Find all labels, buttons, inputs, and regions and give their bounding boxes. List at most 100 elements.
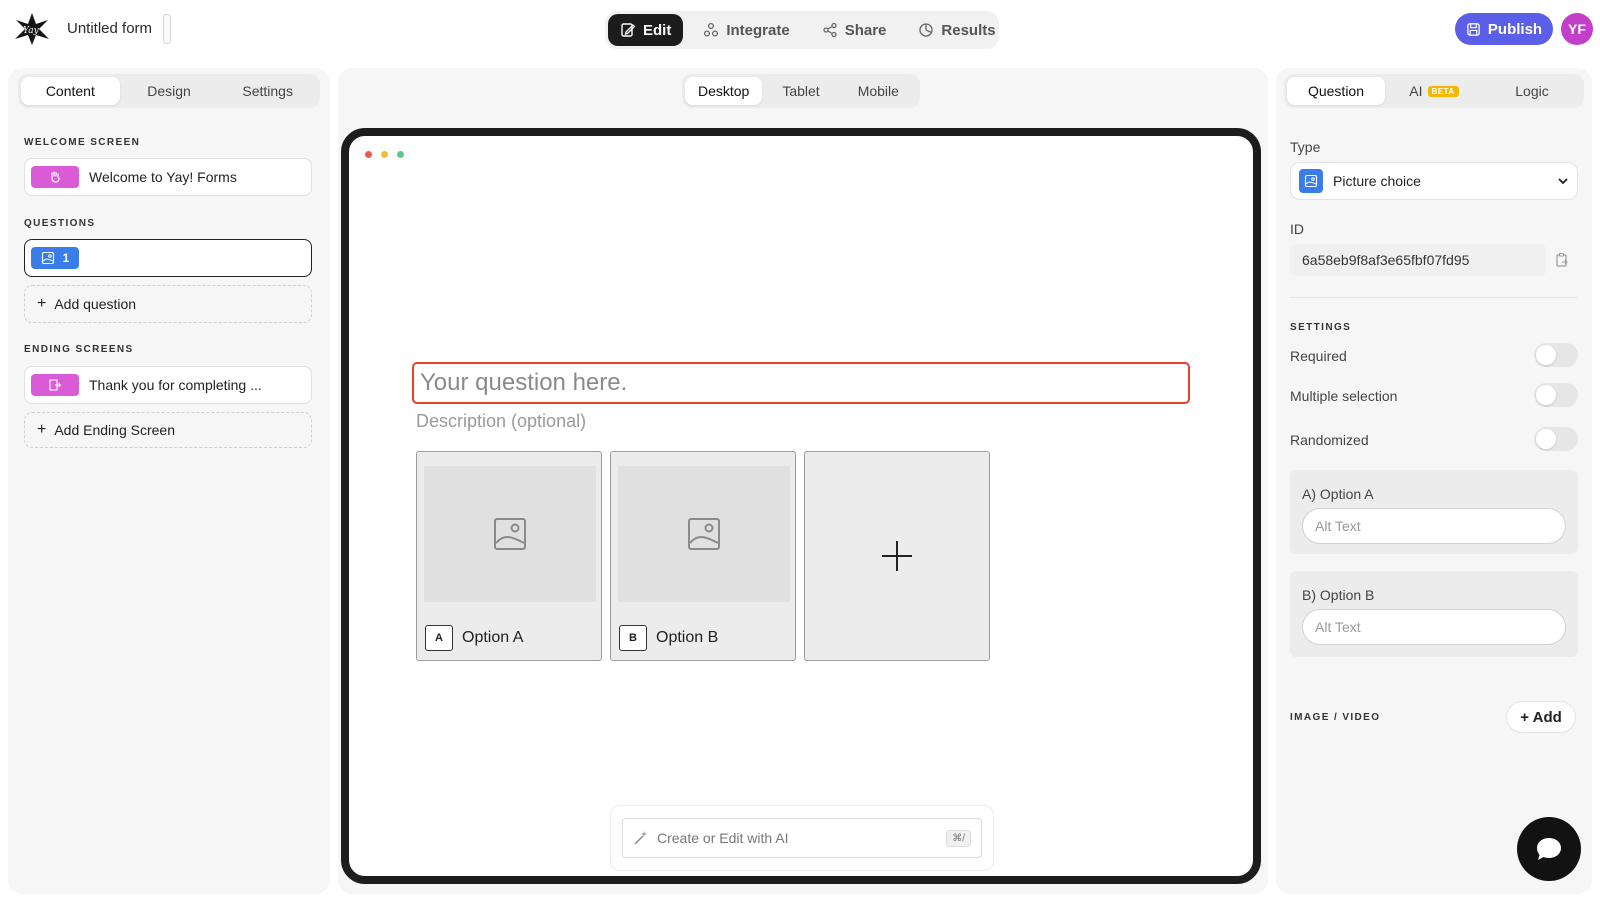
randomized-toggle[interactable] <box>1534 427 1578 451</box>
tab-tablet[interactable]: Tablet <box>762 77 839 105</box>
question-id-field[interactable]: 6a58eb9f8af3e65fbf07fd95 <box>1290 244 1546 276</box>
image-icon <box>688 518 720 550</box>
picture-choice-option-b[interactable]: B Option B <box>610 451 796 661</box>
welcome-badge <box>31 166 79 188</box>
plus-icon: + <box>37 295 47 312</box>
option-b-settings: B) Option B Alt Text <box>1290 571 1578 657</box>
chat-icon <box>1537 838 1561 860</box>
id-label: ID <box>1290 221 1304 237</box>
type-label: Type <box>1290 139 1321 155</box>
integrate-icon <box>704 22 719 37</box>
question-item-1[interactable]: 1 <box>24 239 312 277</box>
multiple-selection-toggle[interactable] <box>1534 383 1578 407</box>
option-b-label: B) Option B <box>1302 587 1375 603</box>
window-maximize-dot <box>397 151 404 158</box>
tab-results-label: Results <box>941 21 996 39</box>
plus-icon <box>882 541 912 571</box>
tab-content[interactable]: Content <box>21 77 120 105</box>
add-question-button[interactable]: + Add question <box>24 285 312 323</box>
question-type-select[interactable]: Picture choice <box>1290 162 1578 200</box>
tab-logic[interactable]: Logic <box>1483 77 1581 105</box>
ending-screen-item[interactable]: Thank you for completing ... <box>24 366 312 404</box>
add-media-button[interactable]: + Add <box>1506 701 1576 733</box>
device-tabs: Desktop Tablet Mobile <box>682 74 920 108</box>
ai-assistant-container: Create or Edit with AI ⌘/ <box>610 805 994 871</box>
window-close-dot <box>365 151 372 158</box>
choice-label[interactable]: Option A <box>462 629 523 647</box>
tab-share-label: Share <box>844 21 887 39</box>
yay-forms-logo[interactable]: Yay <box>14 12 50 46</box>
choice-key: B <box>619 625 647 651</box>
ai-prompt-placeholder: Create or Edit with AI <box>657 830 789 846</box>
edit-icon <box>621 23 636 37</box>
divider <box>1290 297 1578 298</box>
image-placeholder <box>424 466 596 602</box>
ending-badge <box>31 374 79 396</box>
question-description-input[interactable]: Description (optional) <box>416 411 586 432</box>
tab-integrate[interactable]: Integrate <box>691 14 801 46</box>
tab-edit-label: Edit <box>643 21 672 39</box>
publish-label: Publish <box>1487 20 1543 38</box>
form-title[interactable]: Untitled form <box>67 20 152 37</box>
picture-choice-icon <box>41 251 54 265</box>
tab-ai[interactable]: AI BETA <box>1385 77 1483 105</box>
ending-screen-title: Thank you for completing ... <box>89 377 262 393</box>
welcome-screen-item[interactable]: Welcome to Yay! Forms <box>24 158 312 196</box>
chevron-down-icon <box>1558 178 1568 185</box>
top-navigation: Edit Integrate Share Results <box>605 11 999 49</box>
option-b-alt-text-input[interactable]: Alt Text <box>1302 609 1566 645</box>
magic-wand-icon <box>634 831 647 845</box>
publish-button[interactable]: Publish <box>1455 13 1553 45</box>
window-minimize-dot <box>381 151 388 158</box>
picture-choice-icon <box>1304 174 1318 188</box>
tab-share[interactable]: Share <box>810 14 899 46</box>
choice-key: A <box>425 625 453 651</box>
question-badge: 1 <box>31 247 79 269</box>
questions-heading: QUESTIONS <box>24 218 96 229</box>
picture-choice-option-a[interactable]: A Option A <box>416 451 602 661</box>
support-chat-button[interactable] <box>1517 817 1581 881</box>
image-icon <box>494 518 526 550</box>
option-a-settings: A) Option A Alt Text <box>1290 470 1578 554</box>
tab-design[interactable]: Design <box>120 77 219 105</box>
image-video-heading: IMAGE / VIDEO <box>1290 712 1381 723</box>
choice-label[interactable]: Option B <box>656 629 718 647</box>
required-label: Required <box>1290 348 1347 364</box>
add-choice-button[interactable] <box>804 451 990 661</box>
question-number: 1 <box>62 251 70 265</box>
option-a-alt-text-input[interactable]: Alt Text <box>1302 508 1566 544</box>
beta-badge: BETA <box>1427 85 1459 97</box>
question-title-input[interactable]: Your question here. <box>412 362 1190 404</box>
settings-heading: SETTINGS <box>1290 322 1352 333</box>
tab-edit[interactable]: Edit <box>608 14 684 46</box>
copy-icon[interactable] <box>1554 252 1570 273</box>
wave-hand-icon <box>51 171 60 183</box>
randomized-label: Randomized <box>1290 432 1369 448</box>
add-ending-screen-button[interactable]: + Add Ending Screen <box>24 412 312 448</box>
svg-text:Yay: Yay <box>23 26 40 36</box>
tab-question[interactable]: Question <box>1287 77 1385 105</box>
tab-ai-label: AI <box>1409 83 1423 99</box>
results-icon <box>919 23 934 37</box>
tab-integrate-label: Integrate <box>726 21 790 39</box>
ai-prompt-input[interactable]: Create or Edit with AI ⌘/ <box>622 818 982 858</box>
welcome-screen-title: Welcome to Yay! Forms <box>89 169 237 185</box>
title-edit-handle[interactable] <box>163 14 171 44</box>
user-avatar[interactable]: YF <box>1561 13 1593 45</box>
left-tabs: Content Design Settings <box>18 74 320 108</box>
image-placeholder <box>618 466 790 602</box>
required-toggle[interactable] <box>1534 343 1578 367</box>
picture-choice-badge <box>1299 169 1323 193</box>
tab-mobile[interactable]: Mobile <box>840 77 917 105</box>
tab-desktop[interactable]: Desktop <box>685 77 763 105</box>
welcome-screen-heading: WELCOME SCREEN <box>24 137 141 148</box>
share-icon <box>823 22 837 38</box>
add-question-label: Add question <box>54 296 137 312</box>
tab-settings[interactable]: Settings <box>218 77 317 105</box>
save-icon <box>1467 22 1480 36</box>
ai-shortcut-hint: ⌘/ <box>946 829 971 847</box>
multiple-selection-label: Multiple selection <box>1290 388 1398 404</box>
add-ending-label: Add Ending Screen <box>54 422 175 438</box>
inspector-tabs: Question AI BETA Logic <box>1284 74 1584 108</box>
tab-results[interactable]: Results <box>906 14 1007 46</box>
